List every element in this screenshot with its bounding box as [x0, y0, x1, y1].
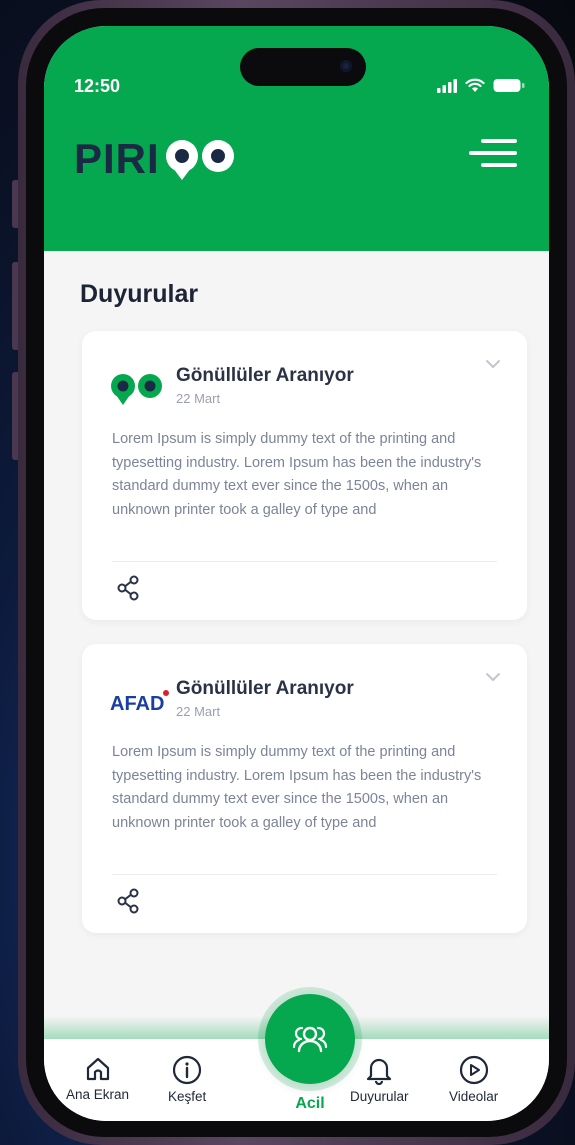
tab-ana-ekran[interactable]: Ana Ekran [66, 1055, 129, 1102]
card-divider [112, 561, 497, 562]
tab-label: Duyurular [350, 1089, 409, 1104]
wifi-icon [465, 78, 485, 92]
menu-line-icon [469, 151, 517, 155]
play-icon [459, 1055, 488, 1085]
share-icon[interactable] [117, 575, 139, 601]
go-logo-mark [165, 140, 234, 180]
tab-videolar[interactable]: Videolar [449, 1055, 498, 1104]
share-icon[interactable] [117, 888, 139, 914]
home-icon [86, 1057, 109, 1081]
battery-icon [493, 79, 525, 92]
logo-text: PIRI [74, 135, 160, 182]
announcement-date: 22 Mart [176, 391, 221, 406]
users-icon [292, 1026, 328, 1053]
tab-label: Keşfet [168, 1089, 207, 1104]
tab-kesfet[interactable]: Keşfet [168, 1055, 206, 1104]
go-logo-icon [110, 371, 164, 414]
app-header: 12:50 PIRI [44, 26, 549, 251]
menu-line-icon [481, 139, 517, 143]
announcement-card[interactable]: Gönüllüler Aranıyor 22 Mart Lorem Ipsum … [82, 331, 527, 620]
chevron-down-icon[interactable] [485, 359, 501, 369]
chevron-down-icon[interactable] [485, 672, 501, 682]
tab-label: Ana Ekran [66, 1087, 130, 1102]
tab-duyurular[interactable]: Duyurular [350, 1055, 409, 1104]
announcement-body: Lorem Ipsum is simply dummy text of the … [112, 431, 482, 518]
menu-line-icon [481, 163, 517, 167]
announcement-body: Lorem Ipsum is simply dummy text of the … [112, 744, 482, 831]
signal-icon [437, 78, 457, 93]
announcement-card[interactable]: AFAD Gönüllüler Aranıyor 22 Mart Lorem I… [82, 644, 527, 933]
phone-bezel: 12:50 PIRI Duyurular Gönüllüler Aranıyor… [26, 8, 567, 1137]
announcement-date: 22 Mart [176, 704, 221, 719]
announcement-title: Gönüllüler Aranıyor [176, 365, 354, 386]
app-screen: 12:50 PIRI Duyurular Gönüllüler Aranıyor… [44, 26, 549, 1121]
status-icons [437, 78, 525, 93]
status-time: 12:50 [74, 76, 121, 96]
info-icon [173, 1055, 202, 1085]
afad-logo-text: AFAD [110, 693, 164, 714]
acil-button[interactable] [265, 994, 355, 1084]
page-title: Duyurular [80, 280, 199, 308]
announcement-title: Gönüllüler Aranıyor [176, 678, 354, 699]
afad-logo-icon: AFAD [110, 688, 170, 719]
app-logo: PIRI [74, 134, 240, 184]
acil-label: Acil [295, 1095, 325, 1112]
phone-frame: 12:50 PIRI Duyurular Gönüllüler Aranıyor… [18, 0, 575, 1145]
card-divider [112, 874, 497, 875]
dynamic-island [240, 48, 366, 86]
hamburger-menu-button[interactable] [469, 139, 517, 167]
bell-icon [367, 1058, 392, 1085]
front-camera [340, 60, 352, 72]
tab-label: Videolar [449, 1089, 499, 1104]
